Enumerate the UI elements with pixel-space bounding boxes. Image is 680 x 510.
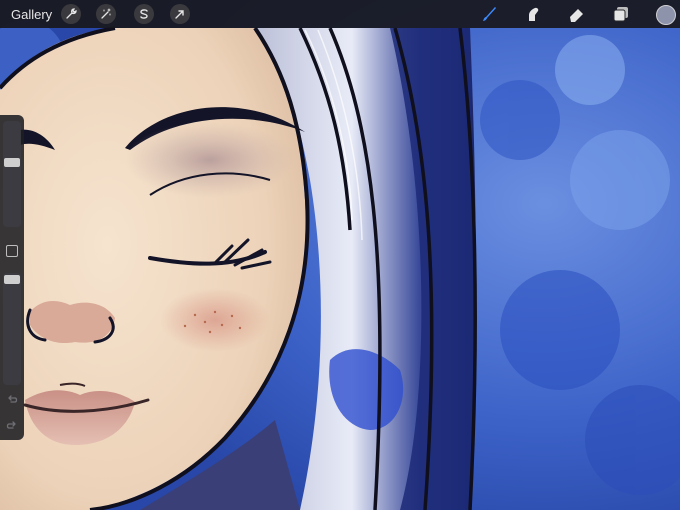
smudge-finger-icon [529, 7, 539, 21]
undo-arrow-icon[interactable] [6, 393, 18, 405]
transform-button[interactable] [170, 4, 190, 24]
opacity-slider[interactable] [3, 273, 21, 385]
cheek-blush [160, 288, 270, 352]
color-picker-swatch[interactable] [656, 5, 676, 25]
smudge-tool-button[interactable] [523, 4, 543, 24]
brush-tool-button[interactable] [479, 4, 499, 24]
eraser-tool-button[interactable] [566, 4, 586, 24]
selection-button[interactable] [134, 4, 154, 24]
modify-square-icon[interactable] [6, 245, 18, 257]
gallery-button[interactable]: Gallery [11, 7, 52, 22]
brush-icon [483, 7, 496, 21]
left-sidebar [0, 115, 24, 440]
brush-size-thumb[interactable] [4, 158, 20, 167]
opacity-thumb[interactable] [4, 275, 20, 284]
brush-size-slider[interactable] [3, 121, 21, 227]
artwork-canvas[interactable] [0, 0, 680, 510]
arrow-cursor-icon [175, 10, 184, 19]
eraser-icon [570, 9, 583, 22]
nose [30, 300, 115, 344]
redo-arrow-icon[interactable] [6, 419, 18, 431]
eyelid-shade [125, 122, 295, 198]
layers-button[interactable] [611, 4, 631, 24]
adjustments-button[interactable] [96, 4, 116, 24]
selection-s-icon [140, 9, 148, 19]
actions-button[interactable] [61, 4, 81, 24]
wrench-icon [66, 8, 77, 19]
magic-wand-icon [101, 8, 111, 19]
layers-icon [613, 7, 628, 22]
